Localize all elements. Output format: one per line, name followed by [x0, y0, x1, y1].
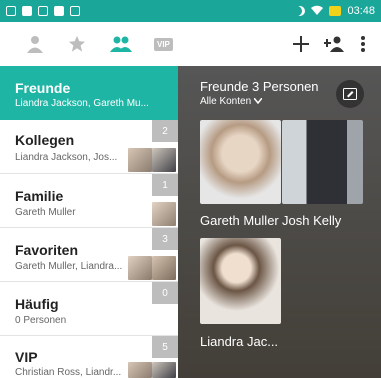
member-count: 2: [152, 120, 178, 142]
contact-photo[interactable]: [200, 238, 281, 324]
avatar: [152, 256, 176, 280]
account-filter[interactable]: Alle Konten: [200, 96, 263, 107]
wifi-icon: [311, 5, 324, 18]
member-count: 1: [152, 174, 178, 196]
group-name: Freunde: [15, 80, 71, 96]
group-name: Häufig: [15, 296, 59, 312]
toolbar: VIP: [0, 22, 381, 66]
list-item[interactable]: Freunde Liandra Jackson, Gareth Mu...: [0, 66, 178, 120]
avatar: [128, 148, 152, 172]
group-detail-pane: Freunde 3 Personen Alle Konten Gareth Mu…: [178, 66, 381, 378]
group-members: Christian Ross, Liandr...: [15, 367, 122, 378]
contact-photo[interactable]: [200, 120, 281, 204]
person-icon[interactable]: [26, 33, 44, 55]
group-name: Familie: [15, 188, 64, 204]
star-icon[interactable]: [68, 33, 86, 55]
member-count: 5: [152, 336, 178, 358]
edit-group-button[interactable]: [336, 80, 364, 108]
clock: 03:48: [347, 5, 375, 17]
group-members: Gareth Muller, Liandra...: [15, 261, 123, 272]
list-item[interactable]: Favoriten Gareth Muller, Liandra... 3: [0, 228, 178, 282]
group-title: Freunde 3 Personen: [200, 79, 319, 94]
group-members: Liandra Jackson, Gareth Mu...: [15, 98, 149, 109]
avatar: [128, 256, 152, 280]
list-item[interactable]: Familie Gareth Muller 1: [0, 174, 178, 228]
vip-tab[interactable]: VIP: [154, 33, 173, 55]
add-person-icon[interactable]: [324, 33, 344, 55]
image-icon: [54, 6, 64, 16]
group-list: Freunde Liandra Jackson, Gareth Mu... Ko…: [0, 66, 178, 378]
add-icon[interactable]: [293, 33, 309, 55]
group-members: Liandra Jackson, Jos...: [15, 152, 118, 163]
avatar: [128, 362, 152, 378]
android-icon: [70, 6, 80, 16]
battery-icon: [329, 6, 342, 16]
group-members: 0 Personen: [15, 315, 67, 326]
groups-icon[interactable]: [110, 33, 132, 55]
avatar: [152, 362, 176, 378]
vip-icon: VIP: [154, 37, 173, 51]
contact-name: Gareth Muller: [200, 213, 279, 228]
account-filter-label: Alle Konten: [200, 96, 252, 107]
edit-icon: [343, 88, 357, 100]
member-count: 0: [152, 282, 178, 304]
sync-icon: [38, 6, 48, 16]
member-count: 3: [152, 228, 178, 250]
avatar: [152, 148, 176, 172]
overflow-menu-icon[interactable]: [361, 33, 365, 55]
group-name: VIP: [15, 349, 38, 365]
avatar: [152, 202, 176, 226]
list-item[interactable]: VIP Christian Ross, Liandr... 5: [0, 336, 178, 378]
contact-photo[interactable]: [282, 120, 363, 204]
group-name: Favoriten: [15, 242, 79, 258]
list-item[interactable]: Kollegen Liandra Jackson, Jos... 2: [0, 120, 178, 174]
message-icon: [22, 6, 32, 16]
do-not-disturb-icon: [295, 6, 305, 16]
contact-name: Josh Kelly: [282, 213, 342, 228]
notification-icon: [6, 6, 16, 16]
contact-name: Liandra Jac...: [200, 334, 279, 349]
chevron-down-icon: [253, 96, 263, 107]
list-item[interactable]: Häufig 0 Personen 0: [0, 282, 178, 336]
status-bar: 03:48: [0, 0, 381, 22]
group-members: Gareth Muller: [15, 207, 76, 218]
group-name: Kollegen: [15, 132, 75, 148]
